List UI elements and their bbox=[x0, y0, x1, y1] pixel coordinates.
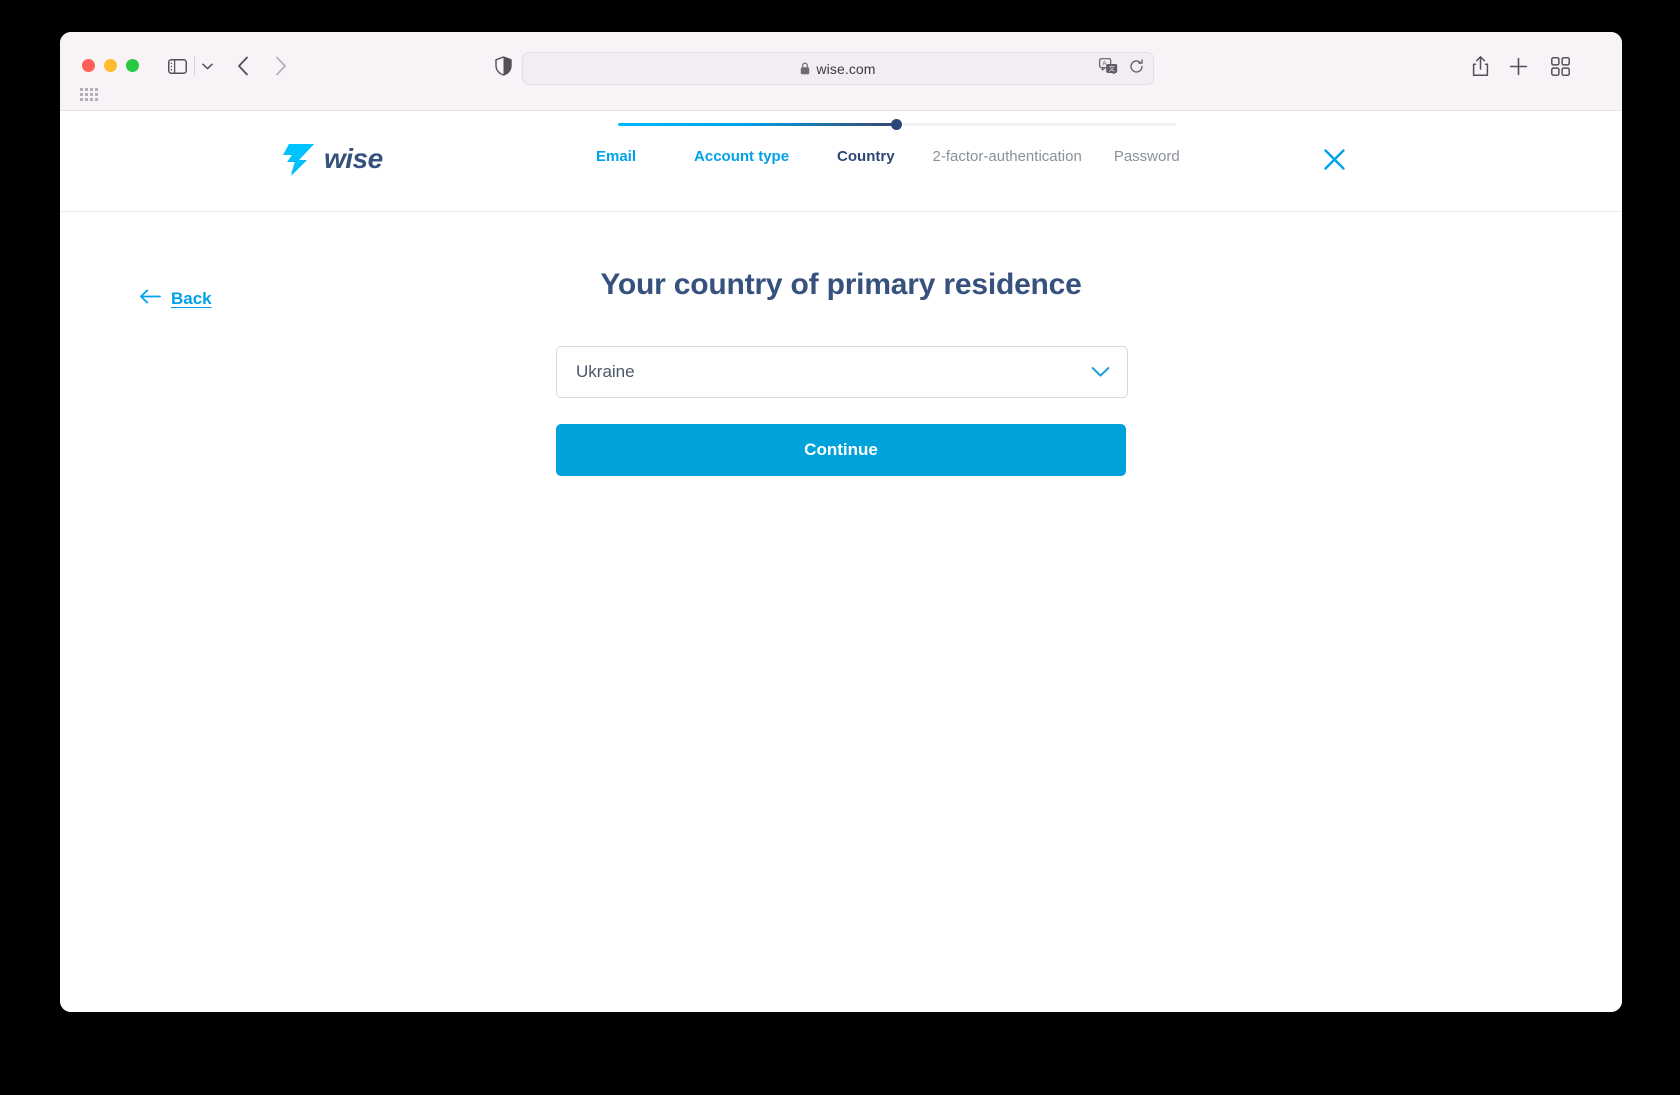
svg-text:wise: wise bbox=[324, 144, 383, 174]
back-link[interactable]: Back bbox=[140, 289, 212, 309]
translate-icon[interactable]: A 文 bbox=[1099, 58, 1118, 79]
signup-stepper: Email Account type Country 2-factor-auth… bbox=[596, 119, 1196, 165]
url-group: wise.com bbox=[800, 61, 875, 77]
chevron-down-icon[interactable] bbox=[198, 52, 216, 80]
step-password: Password bbox=[1113, 148, 1180, 165]
step-email[interactable]: Email bbox=[596, 148, 636, 165]
plus-icon[interactable] bbox=[1504, 52, 1532, 80]
step-country[interactable]: Country bbox=[837, 148, 895, 165]
back-label: Back bbox=[171, 289, 212, 308]
browser-toolbar: wise.com A 文 bbox=[60, 32, 1622, 111]
country-select[interactable]: Ukraine bbox=[556, 346, 1128, 398]
address-bar[interactable]: wise.com A 文 bbox=[522, 52, 1154, 85]
stepper-labels: Email Account type Country 2-factor-auth… bbox=[596, 148, 1196, 165]
svg-text:文: 文 bbox=[1109, 65, 1115, 73]
sidebar-toggle-icon[interactable] bbox=[163, 52, 191, 80]
bookmarks-bar bbox=[60, 84, 1622, 110]
browser-back-button[interactable] bbox=[230, 52, 256, 80]
form-area: Back Your country of primary residence U… bbox=[60, 212, 1622, 1012]
step-2fa: 2-factor-authentication bbox=[932, 148, 1082, 165]
toolbar-divider bbox=[194, 56, 195, 76]
progress-fill bbox=[618, 123, 898, 126]
address-bar-actions: A 文 bbox=[1099, 53, 1144, 84]
screen: wise.com A 文 wise Email Account type Cou… bbox=[0, 0, 1680, 1095]
form-column: Your country of primary residence Ukrain… bbox=[556, 268, 1128, 476]
wise-arrow-icon bbox=[283, 144, 314, 176]
reload-icon[interactable] bbox=[1129, 58, 1144, 79]
step-account-type[interactable]: Account type bbox=[694, 148, 789, 165]
progress-track bbox=[618, 119, 1176, 130]
maximize-window-button[interactable] bbox=[126, 59, 139, 72]
arrow-left-icon bbox=[140, 289, 162, 309]
page-content: wise Email Account type Country 2-factor… bbox=[60, 111, 1622, 1012]
wise-wordmark: wise bbox=[324, 144, 383, 174]
share-icon[interactable] bbox=[1466, 52, 1494, 80]
page-title: Your country of primary residence bbox=[600, 268, 1082, 301]
tab-overview-grid-icon[interactable] bbox=[1546, 52, 1574, 80]
continue-button[interactable]: Continue bbox=[556, 424, 1126, 476]
wise-logo[interactable]: wise bbox=[278, 140, 416, 178]
progress-current-dot bbox=[891, 119, 902, 130]
window-controls bbox=[82, 59, 139, 72]
browser-forward-button[interactable] bbox=[268, 52, 294, 80]
lock-icon bbox=[800, 62, 810, 75]
close-window-button[interactable] bbox=[82, 59, 95, 72]
privacy-shield-icon[interactable] bbox=[490, 52, 516, 80]
url-text: wise.com bbox=[816, 60, 876, 77]
bookmarks-grid-icon[interactable] bbox=[80, 88, 98, 106]
country-select-value: Ukraine bbox=[576, 362, 635, 381]
minimize-window-button[interactable] bbox=[104, 59, 117, 72]
close-icon[interactable] bbox=[1318, 143, 1350, 175]
browser-window: wise.com A 文 wise Email Account type Cou… bbox=[60, 32, 1622, 1012]
chevron-down-icon bbox=[1091, 366, 1110, 378]
site-header: wise Email Account type Country 2-factor… bbox=[60, 111, 1622, 212]
